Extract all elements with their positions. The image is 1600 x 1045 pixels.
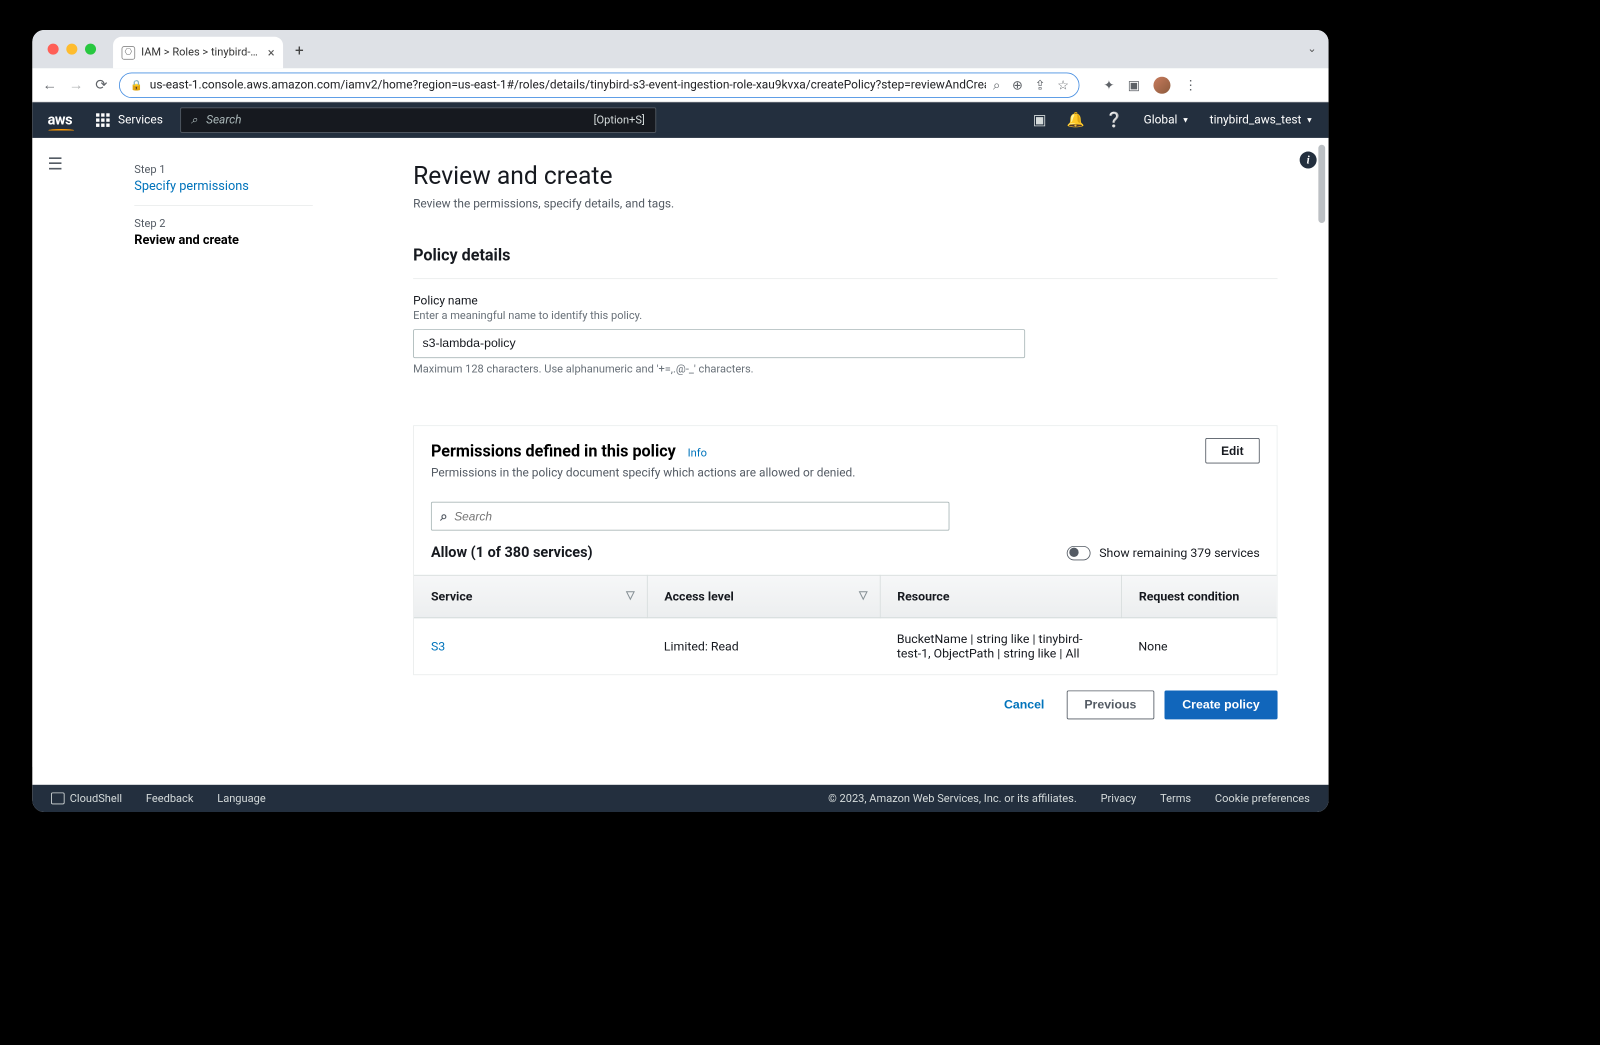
search-placeholder: Search bbox=[206, 113, 241, 127]
help-panel-icon[interactable]: i bbox=[1300, 152, 1317, 169]
permissions-panel: Edit Permissions defined in this policy … bbox=[413, 425, 1277, 675]
aws-search-input[interactable]: ⌕ Search [Option+S] bbox=[180, 107, 656, 133]
browser-tab-strip: ⎔ IAM > Roles > tinybird-s3-ever × + ⌄ bbox=[32, 30, 1328, 68]
permissions-search-input[interactable] bbox=[454, 509, 940, 523]
toggle-label: Show remaining 379 services bbox=[1099, 546, 1259, 560]
search-page-icon[interactable]: ⌕ bbox=[993, 77, 1000, 92]
forward-icon: → bbox=[69, 76, 83, 93]
region-selector[interactable]: Global ▼ bbox=[1144, 113, 1190, 127]
policy-name-hint: Enter a meaningful name to identify this… bbox=[413, 310, 1277, 323]
permissions-description: Permissions in the policy document speci… bbox=[431, 466, 1260, 480]
create-policy-button[interactable]: Create policy bbox=[1164, 690, 1277, 719]
minimize-window-icon[interactable] bbox=[66, 44, 77, 55]
cookie-link[interactable]: Cookie preferences bbox=[1215, 792, 1310, 805]
policy-name-input[interactable] bbox=[413, 329, 1025, 358]
cell-resource: BucketName | string like | tinybird-test… bbox=[880, 618, 1122, 675]
menu-icon[interactable]: ⋮ bbox=[1184, 77, 1197, 92]
share-icon[interactable]: ⇪ bbox=[1035, 77, 1046, 92]
page-title: Review and create bbox=[413, 162, 1277, 191]
zoom-icon[interactable]: ⊕ bbox=[1012, 77, 1023, 92]
profile-avatar-icon[interactable] bbox=[1153, 76, 1170, 93]
lock-icon: 🔒 bbox=[130, 79, 143, 91]
step-divider bbox=[134, 205, 313, 206]
notifications-icon[interactable]: 🔔 bbox=[1067, 112, 1085, 129]
chevron-down-icon: ▼ bbox=[1182, 115, 1190, 124]
tab-list-chevron-icon[interactable]: ⌄ bbox=[1307, 43, 1316, 56]
show-remaining-toggle[interactable] bbox=[1067, 546, 1091, 560]
policy-name-label: Policy name bbox=[413, 294, 1277, 308]
allow-summary: Allow (1 of 380 services) bbox=[431, 544, 593, 561]
account-label: tinybird_aws_test bbox=[1210, 113, 1302, 127]
sort-icon: ▽ bbox=[626, 589, 635, 602]
wizard-actions: Cancel Previous Create policy bbox=[413, 675, 1277, 719]
cloudshell-icon[interactable]: ▣ bbox=[1033, 112, 1047, 129]
table-row: S3 Limited: Read BucketName | string lik… bbox=[414, 618, 1277, 675]
tab-title: IAM > Roles > tinybird-s3-ever bbox=[141, 46, 262, 59]
extensions-icon[interactable]: ✦ bbox=[1104, 77, 1115, 92]
permissions-heading: Permissions defined in this policy bbox=[431, 441, 676, 461]
url-text: us-east-1.console.aws.amazon.com/iamv2/h… bbox=[150, 78, 986, 92]
scrollbar-thumb[interactable] bbox=[1318, 145, 1325, 223]
aws-footer: CloudShell Feedback Language © 2023, Ama… bbox=[32, 785, 1328, 812]
new-tab-button[interactable]: + bbox=[295, 42, 304, 60]
browser-tab[interactable]: ⎔ IAM > Roles > tinybird-s3-ever × bbox=[113, 37, 283, 68]
feedback-link[interactable]: Feedback bbox=[146, 792, 194, 805]
permissions-search[interactable]: ⌕ bbox=[431, 502, 950, 531]
col-request-condition[interactable]: Request condition bbox=[1121, 575, 1276, 618]
search-icon: ⌕ bbox=[191, 113, 198, 127]
language-link[interactable]: Language bbox=[217, 792, 265, 805]
previous-button[interactable]: Previous bbox=[1066, 690, 1154, 719]
services-label[interactable]: Services bbox=[118, 113, 163, 127]
policy-name-help: Maximum 128 characters. Use alphanumeric… bbox=[413, 363, 1277, 376]
reload-icon[interactable]: ⟳ bbox=[95, 76, 107, 93]
bookmark-icon[interactable]: ☆ bbox=[1057, 77, 1068, 92]
chevron-down-icon: ▼ bbox=[1306, 115, 1314, 124]
favicon-icon: ⎔ bbox=[122, 46, 136, 60]
wizard-steps: Step 1 Specify permissions Step 2 Review… bbox=[134, 163, 313, 247]
copyright-text: © 2023, Amazon Web Services, Inc. or its… bbox=[828, 792, 1077, 805]
page-description: Review the permissions, specify details,… bbox=[413, 197, 1277, 211]
policy-details-heading: Policy details bbox=[413, 245, 1277, 265]
privacy-link[interactable]: Privacy bbox=[1101, 792, 1137, 805]
step-number: Step 1 bbox=[134, 163, 313, 176]
region-label: Global bbox=[1144, 113, 1178, 127]
cloudshell-icon bbox=[51, 792, 65, 804]
browser-toolbar: ← → ⟳ 🔒 us-east-1.console.aws.amazon.com… bbox=[32, 68, 1328, 102]
step-specify-permissions[interactable]: Specify permissions bbox=[134, 178, 313, 193]
service-link-s3[interactable]: S3 bbox=[431, 639, 445, 653]
back-icon[interactable]: ← bbox=[43, 76, 57, 93]
account-selector[interactable]: tinybird_aws_test ▼ bbox=[1210, 113, 1314, 127]
aws-top-nav: aws Services ⌕ Search [Option+S] ▣ 🔔 ❔ G… bbox=[32, 102, 1328, 138]
step-number: Step 2 bbox=[134, 218, 313, 231]
step-review-and-create: Review and create bbox=[134, 232, 313, 247]
cancel-button[interactable]: Cancel bbox=[992, 690, 1056, 719]
help-icon[interactable]: ❔ bbox=[1105, 112, 1123, 129]
cell-condition: None bbox=[1121, 618, 1276, 675]
col-service[interactable]: Service▽ bbox=[414, 575, 647, 618]
search-shortcut: [Option+S] bbox=[594, 114, 645, 127]
services-grid-icon[interactable] bbox=[96, 113, 110, 127]
sort-icon: ▽ bbox=[859, 589, 868, 602]
edit-button[interactable]: Edit bbox=[1205, 438, 1260, 464]
panel-icon[interactable]: ▣ bbox=[1128, 77, 1140, 92]
side-nav-toggle-icon[interactable]: ☰ bbox=[48, 153, 63, 173]
close-tab-icon[interactable]: × bbox=[268, 45, 275, 60]
search-icon: ⌕ bbox=[440, 509, 447, 524]
col-resource[interactable]: Resource bbox=[880, 575, 1122, 618]
info-link[interactable]: Info bbox=[688, 447, 707, 460]
cell-access-level: Limited: Read bbox=[647, 618, 880, 675]
section-divider bbox=[413, 278, 1277, 279]
maximize-window-icon[interactable] bbox=[85, 44, 96, 55]
cloudshell-link[interactable]: CloudShell bbox=[51, 792, 122, 805]
permissions-table: Service▽ Access level▽ Resource Request … bbox=[414, 575, 1277, 674]
terms-link[interactable]: Terms bbox=[1160, 792, 1191, 805]
close-window-icon[interactable] bbox=[48, 44, 59, 55]
aws-logo-icon[interactable]: aws bbox=[48, 112, 73, 129]
traffic-lights bbox=[32, 44, 96, 55]
address-bar[interactable]: 🔒 us-east-1.console.aws.amazon.com/iamv2… bbox=[119, 72, 1080, 98]
col-access-level[interactable]: Access level▽ bbox=[647, 575, 880, 618]
